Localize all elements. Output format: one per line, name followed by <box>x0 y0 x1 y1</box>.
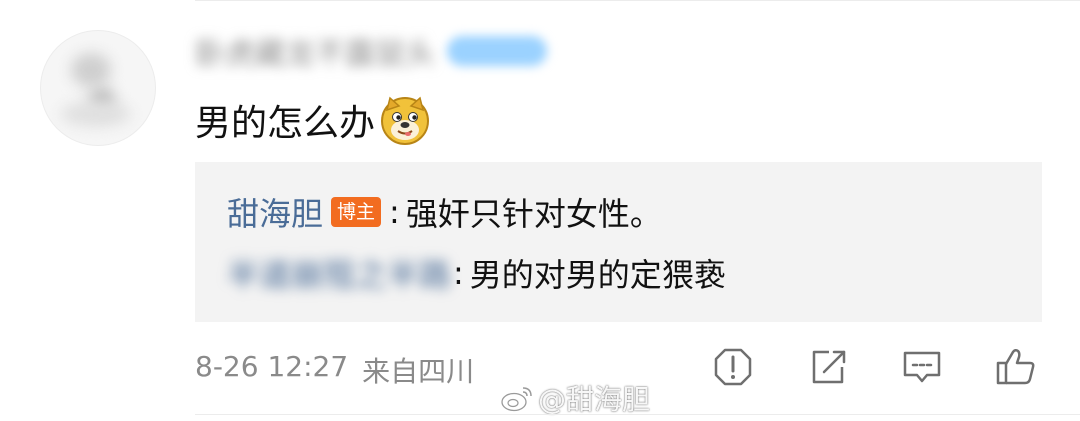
doge-icon <box>381 96 430 145</box>
reply-box[interactable]: 甜海胆 博主 : 强奸只针对女性。 半道崩殂之半路 : 男的对男的定猥亵 <box>195 162 1042 322</box>
top-divider <box>195 0 1080 1</box>
bottom-divider <box>195 414 1080 415</box>
reply-separator: : <box>453 254 464 292</box>
comment-meta: 8-26 12:27 来自四川 <box>195 350 474 390</box>
reply-author-name[interactable]: 甜海胆 <box>227 189 323 235</box>
watermark: @甜海胆 <box>500 378 650 418</box>
username-text[interactable]: 卧虎藏龙不露鼠头 <box>195 29 435 73</box>
watermark-text: @甜海胆 <box>538 383 651 416</box>
reply-item[interactable]: 半道崩殂之半路 : 男的对男的定猥亵 <box>227 250 726 296</box>
comment-icon[interactable] <box>901 346 943 388</box>
like-icon[interactable] <box>995 346 1037 388</box>
reply-text: 强奸只针对女性。 <box>405 195 662 233</box>
reply-text: 男的对男的定猥亵 <box>469 256 726 294</box>
avatar[interactable] <box>40 30 156 146</box>
comment-location: 来自四川 <box>362 355 475 388</box>
share-icon[interactable] <box>807 346 849 388</box>
comment-time: 8-26 12:27 <box>195 350 349 383</box>
author-badge: 博主 <box>331 197 382 227</box>
comment-text: 男的怎么办 <box>195 103 376 144</box>
comment-username[interactable]: 卧虎藏龙不露鼠头 <box>195 29 547 73</box>
reply-separator: : <box>389 193 400 231</box>
report-icon[interactable] <box>712 346 754 388</box>
reply-item[interactable]: 甜海胆 博主 : 强奸只针对女性。 <box>227 189 662 235</box>
reply-author-name[interactable]: 半道崩殂之半路 <box>227 250 451 296</box>
vip-badge <box>447 36 547 66</box>
weibo-logo-icon <box>501 387 532 412</box>
comment-body: 男的怎么办 <box>195 94 431 146</box>
